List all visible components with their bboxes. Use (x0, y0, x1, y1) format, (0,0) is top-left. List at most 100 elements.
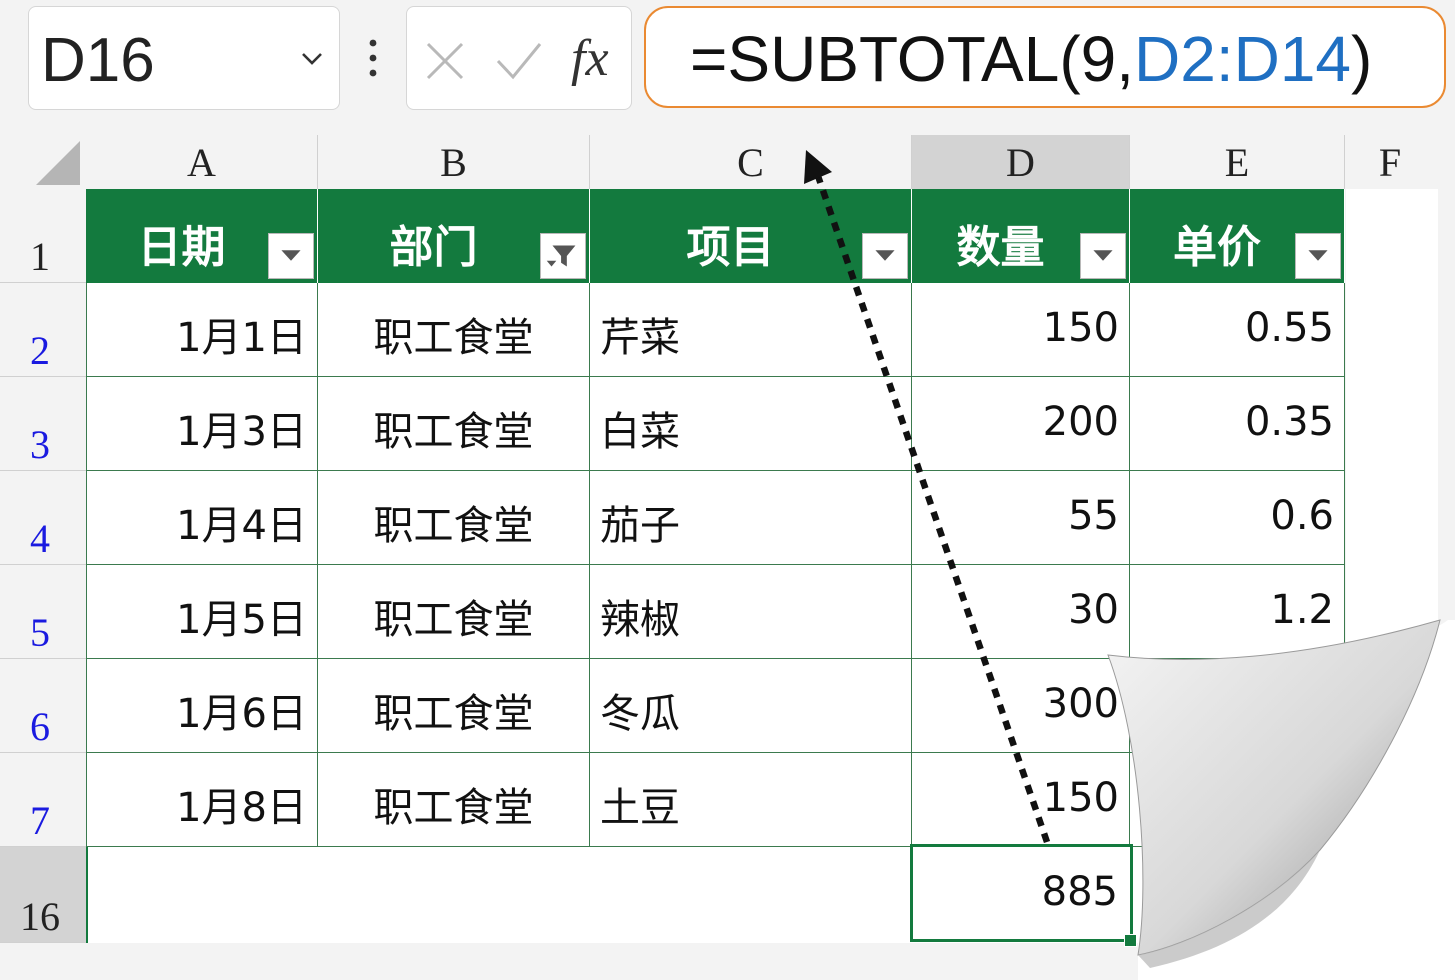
table-cell[interactable]: 1月4日 (86, 471, 318, 565)
table-cell[interactable]: 职工食堂 (318, 471, 590, 565)
table-cell[interactable]: 辣椒 (590, 565, 912, 659)
row-number: 7 (30, 798, 50, 843)
row-number: 6 (30, 704, 50, 749)
table-cell[interactable] (1130, 753, 1345, 847)
cell-value: 55 (1068, 493, 1119, 539)
select-all-button[interactable] (0, 135, 86, 189)
row-number: 5 (30, 610, 50, 655)
header-label: 日期 (137, 222, 226, 273)
row-number: 3 (30, 422, 50, 467)
row-header-5[interactable]: 5 (0, 565, 86, 659)
filter-dropdown-button[interactable] (862, 233, 908, 279)
filter-active-button[interactable] (540, 233, 586, 279)
cell-value: 职工食堂 (373, 691, 534, 737)
header-cell-unit-price[interactable]: 单价 (1130, 189, 1345, 283)
subtotal-value: 885 (1041, 869, 1118, 915)
cell-value: 职工食堂 (373, 503, 534, 549)
empty-column-f[interactable] (1346, 189, 1438, 943)
formula-suffix: ) (1351, 23, 1373, 95)
name-box[interactable]: D16 (28, 6, 340, 110)
cell-value: 白菜 (600, 409, 680, 455)
cell-value: 1月3日 (176, 409, 307, 455)
row-header-6[interactable]: 6 (0, 659, 86, 753)
table-cell[interactable]: 0.35 (1130, 377, 1345, 471)
header-label: 单价 (1173, 222, 1261, 273)
cell-value: 职工食堂 (373, 785, 534, 831)
table-cell[interactable]: 1月5日 (86, 565, 318, 659)
filter-dropdown-button[interactable] (268, 233, 314, 279)
row-header-7[interactable]: 7 (0, 753, 86, 847)
cell-value: 0.6 (1270, 493, 1334, 539)
column-header-f[interactable]: F (1345, 135, 1435, 189)
formula-text[interactable]: =SUBTOTAL(9,D2:D14) (690, 22, 1372, 96)
formula-prefix: =SUBTOTAL(9, (690, 23, 1134, 95)
table-cell[interactable] (1130, 659, 1345, 753)
name-box-value[interactable]: D16 (41, 25, 155, 96)
header-cell-quantity[interactable]: 数量 (912, 189, 1130, 283)
filter-dropdown-button[interactable] (1295, 233, 1341, 279)
table-cell[interactable]: 职工食堂 (318, 565, 590, 659)
column-header-b[interactable]: B (318, 135, 590, 189)
table-cell[interactable]: 1月6日 (86, 659, 318, 753)
cell-value: 0.55 (1244, 305, 1334, 351)
cell-value: 200 (1042, 399, 1119, 445)
filter-dropdown-button[interactable] (1080, 233, 1126, 279)
row-number: 2 (30, 328, 50, 373)
table-cell[interactable]: 职工食堂 (318, 753, 590, 847)
table-cell[interactable]: 职工食堂 (318, 377, 590, 471)
table-cell[interactable]: 150 (912, 753, 1130, 847)
table-cell[interactable]: 300 (912, 659, 1130, 753)
cell-value: 冬瓜 (600, 691, 680, 737)
formula-input[interactable]: =SUBTOTAL(9,D2:D14) (644, 6, 1446, 108)
column-header-d[interactable]: D (912, 135, 1130, 189)
cell-value: 1月6日 (176, 691, 307, 737)
fill-handle[interactable] (1124, 934, 1137, 947)
table-cell[interactable]: 1月3日 (86, 377, 318, 471)
table-cell[interactable]: 芹菜 (590, 283, 912, 377)
table-cell[interactable]: 1月8日 (86, 753, 318, 847)
cell-value: 1月4日 (176, 503, 307, 549)
table-cell[interactable]: 冬瓜 (590, 659, 912, 753)
row-header-4[interactable]: 4 (0, 471, 86, 565)
table-cell[interactable]: 白菜 (590, 377, 912, 471)
cell-value: 30 (1068, 587, 1119, 633)
chevron-down-icon[interactable] (301, 47, 323, 69)
table-cell[interactable]: 茄子 (590, 471, 912, 565)
header-cell-date[interactable]: 日期 (86, 189, 318, 283)
header-cell-item[interactable]: 项目 (590, 189, 912, 283)
column-header-e[interactable]: E (1130, 135, 1345, 189)
check-icon[interactable] (495, 41, 543, 81)
cell-value: 1月5日 (176, 597, 307, 643)
spreadsheet-window: D16 fx =SUBTOTAL(9,D2:D14) A B C D E F 1… (0, 0, 1455, 980)
table-cell[interactable]: 150 (912, 283, 1130, 377)
row-number: 4 (30, 516, 50, 561)
column-header-a[interactable]: A (86, 135, 318, 189)
table-cell[interactable]: 职工食堂 (318, 283, 590, 377)
active-cell-d16[interactable]: 885 (910, 844, 1133, 942)
cell-value: 1.2 (1270, 587, 1334, 633)
table-cell[interactable]: 1.2 (1130, 565, 1345, 659)
table-cell[interactable]: 200 (912, 377, 1130, 471)
table-cell[interactable]: 1月1日 (86, 283, 318, 377)
cell-value: 职工食堂 (373, 597, 534, 643)
row-header-16[interactable]: 16 (0, 847, 86, 943)
header-cell-department[interactable]: 部门 (318, 189, 590, 283)
table-cell[interactable]: 30 (912, 565, 1130, 659)
more-vertical-icon[interactable] (366, 38, 380, 78)
insert-function-button[interactable]: fx (571, 29, 609, 88)
row-header-2[interactable]: 2 (0, 283, 86, 377)
cell-value: 芹菜 (600, 315, 680, 361)
table-cell[interactable]: 职工食堂 (318, 659, 590, 753)
table-cell[interactable]: 55 (912, 471, 1130, 565)
table-cell[interactable]: 0.55 (1130, 283, 1345, 377)
cell-value: 150 (1042, 305, 1119, 351)
table-cell[interactable]: 0.6 (1130, 471, 1345, 565)
row-header-3[interactable]: 3 (0, 377, 86, 471)
cell-value: 茄子 (600, 503, 680, 549)
cell-value: 土豆 (600, 785, 680, 831)
row-header-1[interactable]: 1 (0, 189, 86, 283)
close-icon[interactable] (425, 41, 465, 81)
column-header-c[interactable]: C (590, 135, 912, 189)
row-16-cells[interactable] (86, 847, 1346, 943)
table-cell[interactable]: 土豆 (590, 753, 912, 847)
